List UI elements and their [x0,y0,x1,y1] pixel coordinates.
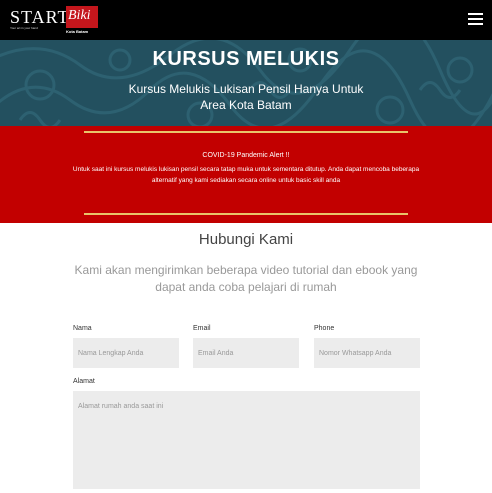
logo-start-text: START [10,7,70,27]
email-label: Email [193,325,211,332]
name-field[interactable]: Nama Lengkap Anda [73,338,179,368]
contact-title: Hubungi Kami [198,231,294,248]
top-navbar: START Biki Your art in your hand Kota Ba… [0,0,492,40]
address-label: Alamat [73,378,95,385]
phone-field[interactable]: Nomor Whatsapp Anda [314,338,420,368]
phone-label: Phone [314,325,335,332]
logo-tagline: Your art in your hand [10,26,38,30]
hero-subtitle: Kursus Melukis Lukisan Pensil Hanya Untu… [128,82,364,112]
address-textarea[interactable]: Alamat rumah anda saat ini [73,391,420,489]
logo-biki-text: Biki [68,8,91,23]
address-placeholder: Alamat rumah anda saat ini [78,403,164,410]
logo-red-box: Biki [66,6,98,28]
page-title: KURSUS MELUKIS [152,48,340,70]
alert-title: COVID-19 Pandemic Alert !! [202,152,290,159]
hamburger-menu-icon[interactable] [468,13,483,25]
alert-top-divider [84,131,408,133]
logo-city: Kota Batam [66,29,89,34]
email-placeholder: Email Anda [198,350,234,357]
contact-subtitle: Kami akan mengirimkan beberapa video tut… [74,263,418,294]
alert-bottom-divider [84,213,408,215]
covid-alert-banner: COVID-19 Pandemic Alert !! Untuk saat in… [0,126,492,223]
hero-banner: KURSUS MELUKIS Kursus Melukis Lukisan Pe… [0,40,492,126]
name-placeholder: Nama Lengkap Anda [78,350,144,357]
phone-placeholder: Nomor Whatsapp Anda [319,350,392,357]
email-field[interactable]: Email Anda [193,338,299,368]
brand-logo[interactable]: START Biki Your art in your hand Kota Ba… [10,6,100,36]
alert-body: Untuk saat ini kursus melukis lukisan pe… [72,166,420,184]
name-label: Nama [73,325,92,332]
